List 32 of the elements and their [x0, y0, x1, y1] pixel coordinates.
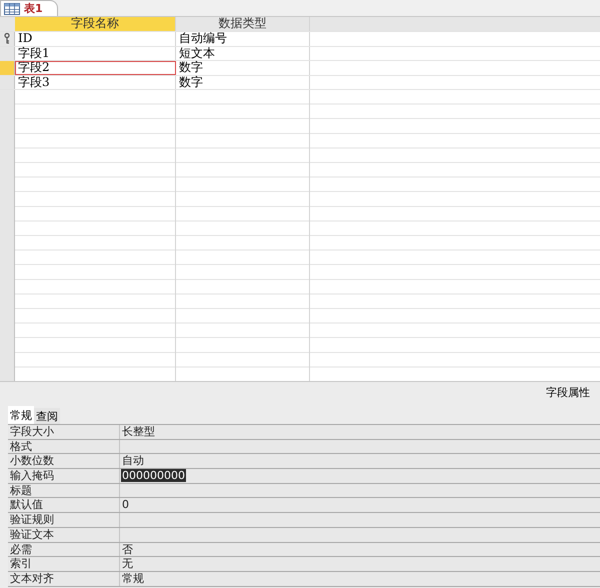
- section-title: 字段属性: [546, 385, 590, 401]
- property-label: 格式: [10, 440, 32, 453]
- property-field[interactable]: 无: [120, 557, 600, 571]
- property-field[interactable]: 000000000: [120, 469, 600, 483]
- property-field[interactable]: 长整型: [120, 425, 600, 439]
- property-field[interactable]: 否: [120, 542, 600, 556]
- data-type-cell[interactable]: 自动编号: [176, 32, 310, 46]
- data-type-cell[interactable]: 短文本: [176, 46, 310, 60]
- field-name-cell[interactable]: 字段2: [15, 61, 176, 75]
- field-name-cell[interactable]: 字段1: [15, 46, 176, 60]
- property-label: 标题: [10, 484, 32, 497]
- property-label: 验证文本: [10, 528, 54, 541]
- column-header[interactable]: 字段名称: [15, 17, 176, 31]
- property-label: 字段大小: [10, 425, 54, 438]
- data-type-cell[interactable]: 数字: [176, 61, 310, 75]
- property-label: 文本对齐: [10, 572, 54, 585]
- property-tab[interactable]: 查阅: [34, 408, 60, 424]
- property-label: 必需: [10, 542, 32, 556]
- property-label: 输入掩码: [10, 469, 54, 482]
- property-field[interactable]: 0: [120, 498, 600, 512]
- property-tab[interactable]: 常规: [8, 406, 34, 424]
- field-name-cell[interactable]: 字段3: [15, 76, 176, 90]
- document-tab[interactable]: 表1: [0, 0, 58, 16]
- property-label: 索引: [10, 557, 32, 570]
- property-field[interactable]: 常规: [120, 572, 600, 586]
- property-label: 验证规则: [10, 513, 54, 526]
- property-label: 小数位数: [10, 454, 54, 468]
- data-type-cell[interactable]: 数字: [176, 76, 310, 90]
- property-field[interactable]: 自动: [120, 454, 600, 468]
- property-label: 默认值: [10, 498, 43, 512]
- field-name-cell[interactable]: ID: [15, 32, 176, 46]
- table-icon: [4, 2, 20, 14]
